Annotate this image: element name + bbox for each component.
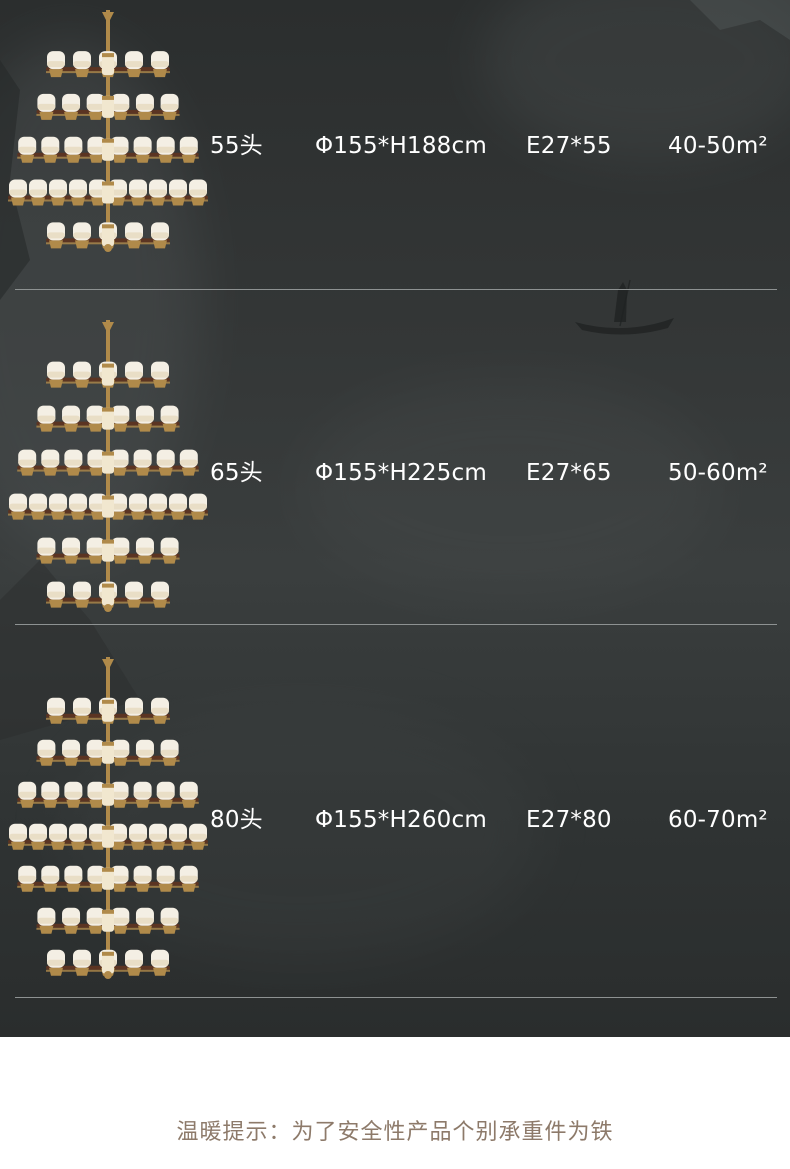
dimensions: Φ155*H260cm [315, 807, 487, 833]
chandelier-image [8, 657, 208, 979]
bulb-spec: E27*65 [526, 460, 612, 486]
head-count: 65头 [210, 460, 263, 486]
chandelier-image [8, 320, 208, 612]
room-area: 60-70m² [668, 807, 768, 833]
spec-row: 80头 Φ155*H260cm E27*80 60-70m² [0, 625, 790, 997]
room-area: 50-60m² [668, 460, 768, 486]
head-count: 80头 [210, 807, 263, 833]
head-count: 55头 [210, 133, 263, 159]
dimensions: Φ155*H225cm [315, 460, 487, 486]
bulb-spec: E27*55 [526, 133, 612, 159]
dimensions: Φ155*H188cm [315, 133, 487, 159]
chandelier-image [8, 10, 208, 252]
spec-panel: 55头 Φ155*H188cm E27*55 40-50m² 65头 Φ155*… [0, 0, 790, 1037]
row-divider [15, 997, 777, 998]
spec-row: 65头 Φ155*H225cm E27*65 50-60m² [0, 290, 790, 625]
warm-notice: 温暖提示：为了安全性产品个别承重件为铁 [176, 1120, 614, 1145]
bulb-spec: E27*80 [526, 807, 612, 833]
room-area: 40-50m² [668, 133, 768, 159]
spec-row: 55头 Φ155*H188cm E27*55 40-50m² [0, 0, 790, 290]
